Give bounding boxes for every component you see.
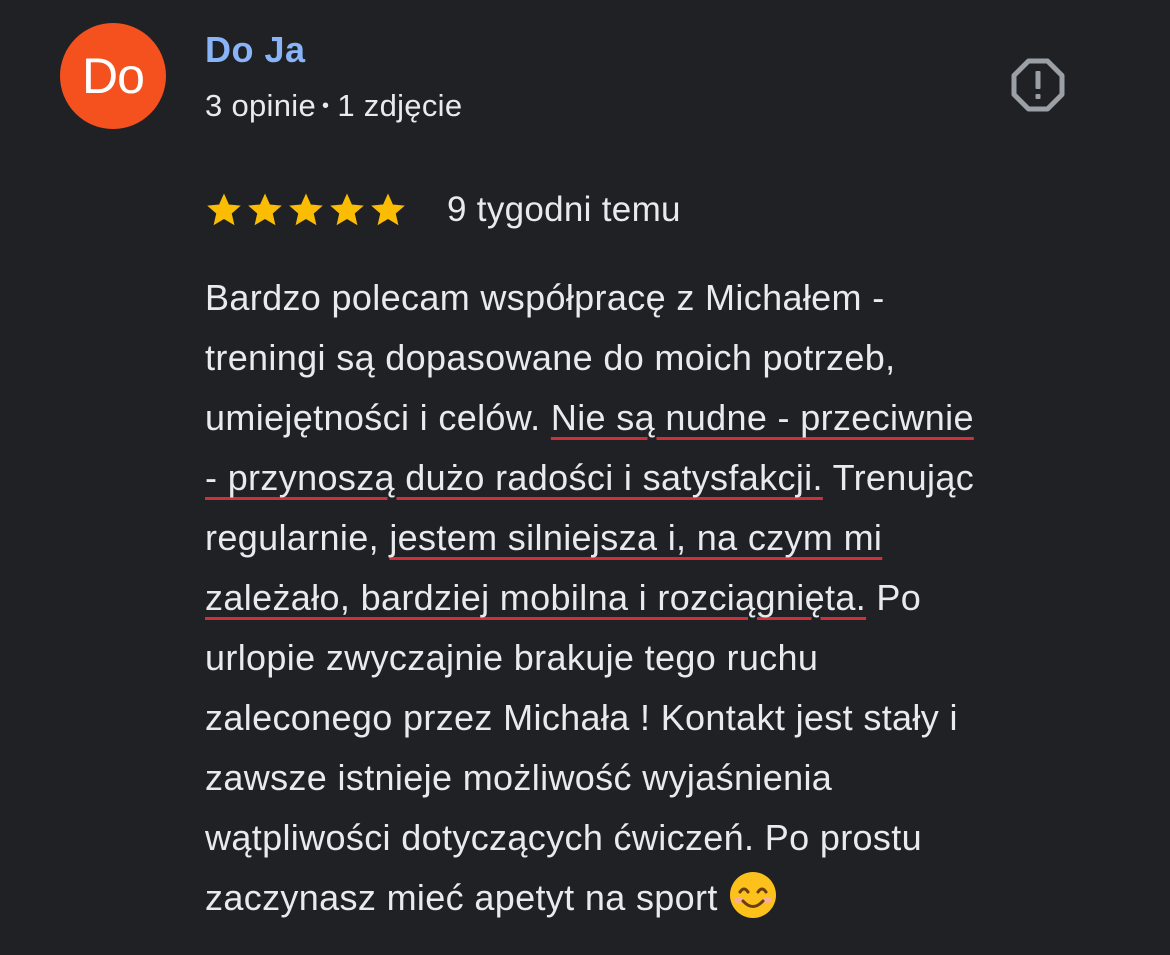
review-line: zaczynasz mieć apetyt na sport <box>205 868 1140 928</box>
review-text-segment: wątpliwości dotyczących ćwiczeń. Po pros… <box>205 817 922 858</box>
reviewer-meta: 3 opinie • 1 zdjęcie <box>205 86 462 130</box>
review-text-segment: regularnie, <box>205 517 390 558</box>
review-text-segment: zaleconego przez Michała ! Kontakt jest … <box>205 697 958 738</box>
review-date: 9 tygodni temu <box>447 190 681 229</box>
review-line: umiejętności i celów. Nie są nudne - prz… <box>205 388 1140 448</box>
highlighted-text: - przynoszą dużo radości i satysfakcji. <box>205 457 823 498</box>
photos-count: 1 zdjęcie <box>337 88 463 123</box>
star-icon <box>289 193 323 226</box>
review-text-segment: Bardzo polecam współpracę z Michałem - <box>205 277 885 318</box>
review-text-segment: umiejętności i celów. <box>205 397 551 438</box>
review-text-segment: zawsze istnieje możliwość wyjaśnienia <box>205 757 833 798</box>
review-line: treningi są dopasowane do moich potrzeb, <box>205 328 1140 388</box>
star-rating <box>205 191 407 229</box>
star-icon <box>330 193 364 226</box>
review-line: regularnie, jestem silniejsza i, na czym… <box>205 508 1140 568</box>
reviewer-name[interactable]: Do Ja <box>205 28 306 72</box>
review-line: zaleconego przez Michała ! Kontakt jest … <box>205 688 1140 748</box>
review-line: zawsze istnieje możliwość wyjaśnienia <box>205 748 1140 808</box>
review-line: - przynoszą dużo radości i satysfakcji. … <box>205 448 1140 508</box>
review-text-segment: zaczynasz mieć apetyt na sport <box>205 877 718 918</box>
review-text-segment: Po <box>866 577 922 618</box>
star-icon <box>207 193 241 226</box>
review-text-segment: urlopie zwyczajnie brakuje tego ruchu <box>205 637 819 678</box>
highlighted-text: zależało, bardziej mobilna i rozciągnięt… <box>205 577 867 618</box>
reviews-count: 3 opinie <box>205 88 316 123</box>
highlighted-text: Nie są nudne - przeciwnie <box>550 397 974 438</box>
avatar[interactable]: Do <box>60 23 166 129</box>
highlighted-text: jestem silniejsza i, na czym mi <box>389 517 883 558</box>
report-octagon-icon <box>1011 58 1065 112</box>
review-text: Bardzo polecam współpracę z Michałem - tr… <box>205 268 1140 928</box>
star-icon <box>371 193 405 226</box>
review-text-segment: treningi są dopasowane do moich potrzeb, <box>205 337 896 378</box>
review-line: zależało, bardziej mobilna i rozciągnięt… <box>205 568 1140 628</box>
review-line: wątpliwości dotyczących ćwiczeń. Po pros… <box>205 808 1140 868</box>
rating-row: 9 tygodni temu <box>205 186 681 234</box>
meta-separator: • <box>322 95 330 117</box>
review-line: urlopie zwyczajnie brakuje tego ruchu <box>205 628 1140 688</box>
report-review-button[interactable] <box>1006 53 1070 117</box>
review-line: Bardzo polecam współpracę z Michałem - <box>205 268 1140 328</box>
star-icon <box>248 193 282 226</box>
review-text-segment: Trenując <box>822 457 975 498</box>
smiling-face-emoji-icon <box>729 872 776 918</box>
